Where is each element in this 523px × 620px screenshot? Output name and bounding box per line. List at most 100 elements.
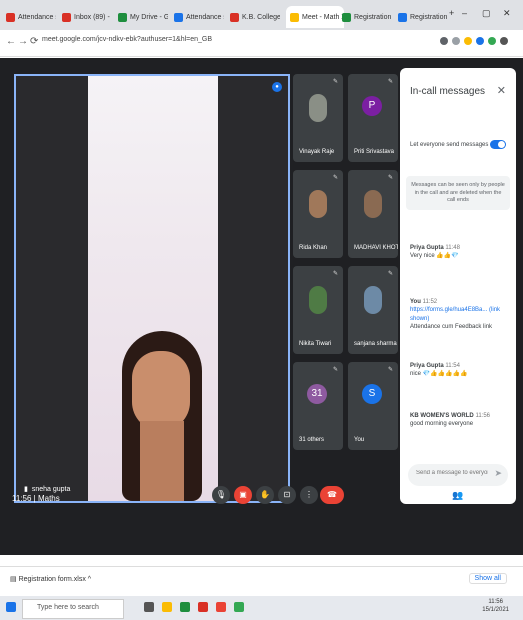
toggle-label: Let everyone send messages xyxy=(410,142,489,148)
host-controls-icon[interactable]: ⊕ xyxy=(508,490,516,501)
mic-icon[interactable]: 🎙 xyxy=(212,486,230,504)
chat-message: Priya Gupta 11:54 nice 💎👍👍👍👍👍 xyxy=(410,363,468,378)
tab-favicon-icon xyxy=(290,12,299,22)
mic-off-icon: ✎ xyxy=(332,271,338,277)
feedback-link[interactable]: https://forms.gle/hua4E8Ba... (link show… xyxy=(410,307,500,321)
participant-photo xyxy=(309,94,327,122)
end-call-icon[interactable]: ☎ xyxy=(320,486,344,504)
camera-icon[interactable] xyxy=(440,37,448,45)
chat-icon[interactable]: ▰ xyxy=(472,490,479,501)
chat-notice: Messages can be seen only by people in t… xyxy=(406,176,510,210)
app-icon[interactable] xyxy=(216,602,226,612)
profile-icon[interactable] xyxy=(500,37,508,45)
participant-tile[interactable]: ✎ Rida Khan xyxy=(293,170,343,258)
send-messages-toggle[interactable] xyxy=(490,140,506,149)
mic-off-icon: ✎ xyxy=(387,367,393,373)
chat-message: You 11:52 https://forms.gle/hua4E8Ba... … xyxy=(410,299,501,331)
chat-message: Priya Gupta 11:48 Very nice 👍👍💎 xyxy=(410,245,460,260)
participant-tile[interactable]: ✎ 31 31 others xyxy=(293,362,343,450)
close-icon[interactable]: ✕ xyxy=(497,84,506,97)
tab-favicon-icon xyxy=(118,12,127,22)
close-window-icon[interactable]: ✕ xyxy=(503,8,511,19)
meeting-info: 11:56 | Maths xyxy=(12,494,60,503)
back-icon[interactable]: ← xyxy=(6,36,16,47)
info-icon[interactable]: ⓘ xyxy=(430,490,439,503)
zoom-icon[interactable] xyxy=(452,37,460,45)
meet-area: ● ▮ sneha gupta ✎ Vinayak Raje ✎ P Priti Sri… xyxy=(0,58,523,555)
camera-off-icon[interactable]: ▣ xyxy=(234,486,252,504)
participant-name: 31 others xyxy=(299,437,325,443)
mic-off-icon: ✎ xyxy=(387,271,393,277)
taskbar-clock[interactable]: 11:56 15/1/2021 xyxy=(482,599,509,615)
taskbar: Type here to search 11:56 15/1/2021 xyxy=(0,596,523,620)
downloads-bar: ▤ Registration form.xlsx ^ Show all xyxy=(0,566,523,593)
avatar: P xyxy=(362,96,382,116)
participant-tile[interactable]: ✎ P Priti Srivastava xyxy=(348,74,398,162)
participant-photo xyxy=(309,286,327,314)
participant-tile[interactable]: ✎ Vinayak Raje xyxy=(293,74,343,162)
tab-favicon-icon xyxy=(62,12,71,22)
participant-tile[interactable]: ✎ S You xyxy=(348,362,398,450)
tab-favicon-icon xyxy=(174,12,183,22)
tab-2[interactable]: My Drive - Goog X xyxy=(118,6,168,28)
app-icon[interactable] xyxy=(234,602,244,612)
mic-off-icon: ✎ xyxy=(387,175,393,181)
url-field[interactable]: meet.google.com/jcv-ndkv-ebk?authuser=1&… xyxy=(42,36,212,43)
tab-7[interactable]: Registration for X xyxy=(398,6,448,28)
participant-name: sanjana sharma xyxy=(354,341,397,347)
mic-off-icon: ✎ xyxy=(332,79,338,85)
windows-start-icon[interactable] xyxy=(6,602,16,612)
tab-0[interactable]: Attendance sum X xyxy=(6,6,56,28)
tab-5[interactable]: Meet - Math X xyxy=(286,6,344,28)
participant-tile[interactable]: ✎ sanjana sharma xyxy=(348,266,398,354)
chat-input[interactable] xyxy=(416,470,488,476)
download-item[interactable]: ▤ Registration form.xlsx ^ xyxy=(10,575,91,583)
extension-icon[interactable] xyxy=(476,37,484,45)
maximize-icon[interactable]: ▢ xyxy=(482,8,491,19)
video-background xyxy=(16,76,88,501)
tab-4[interactable]: K.B. College of X xyxy=(230,6,280,28)
more-options-icon[interactable]: ⋮ xyxy=(300,486,318,504)
chrome-icon[interactable] xyxy=(198,602,208,612)
present-icon[interactable]: ⊡ xyxy=(278,486,296,504)
mic-off-icon: ✎ xyxy=(332,367,338,373)
new-tab-button[interactable]: + xyxy=(449,8,454,18)
participant-name: MADHAVI KHOT xyxy=(354,245,398,251)
chat-panel: In-call messages ✕ Let everyone send mes… xyxy=(400,68,516,504)
star-icon[interactable] xyxy=(464,37,472,45)
activities-icon[interactable]: △ xyxy=(490,490,497,501)
tab-1[interactable]: Inbox (89) - abc X xyxy=(62,6,112,28)
tab-favicon-icon xyxy=(230,12,239,22)
extension-icon[interactable] xyxy=(488,37,496,45)
participant-name: You xyxy=(354,437,365,443)
chat-compose: ➤ xyxy=(408,464,508,486)
reload-icon[interactable]: ⟳ xyxy=(30,36,38,47)
participant-name: Vinayak Raje xyxy=(299,149,335,155)
participant-tile[interactable]: ✎ MADHAVI KHOT xyxy=(348,170,398,258)
participant-photo xyxy=(309,190,327,218)
forward-icon[interactable]: → xyxy=(18,36,28,47)
tab-favicon-icon xyxy=(398,12,407,22)
raise-hand-icon[interactable]: ✋ xyxy=(256,486,274,504)
main-tile-name: ▮ sneha gupta xyxy=(24,485,71,494)
mic-off-icon: ✎ xyxy=(387,79,393,85)
participant-tile[interactable]: ✎ Nikita Tiwari xyxy=(293,266,343,354)
participant-photo xyxy=(364,286,382,314)
tab-6[interactable]: Registration for X xyxy=(342,6,392,28)
tab-favicon-icon xyxy=(342,12,351,22)
file-explorer-icon[interactable] xyxy=(162,602,172,612)
send-icon[interactable]: ➤ xyxy=(494,468,502,479)
avatar: S xyxy=(362,384,382,404)
address-bar: ← → ⟳ meet.google.com/jcv-ndkv-ebk?authu… xyxy=(0,30,523,57)
show-all-button[interactable]: Show all xyxy=(468,573,507,584)
people-icon[interactable]: 👥 xyxy=(452,490,463,501)
main-video-tile[interactable]: ● ▮ sneha gupta xyxy=(14,74,290,503)
minimize-icon[interactable]: – xyxy=(462,8,467,18)
speaking-indicator-icon: ● xyxy=(272,82,282,92)
participant-name: Nikita Tiwari xyxy=(299,341,332,347)
tab-3[interactable]: Attendance sum X xyxy=(174,6,224,28)
chat-title: In-call messages xyxy=(410,86,486,97)
app-icon[interactable] xyxy=(180,602,190,612)
taskbar-search[interactable]: Type here to search xyxy=(22,599,124,619)
task-view-icon[interactable] xyxy=(144,602,154,612)
